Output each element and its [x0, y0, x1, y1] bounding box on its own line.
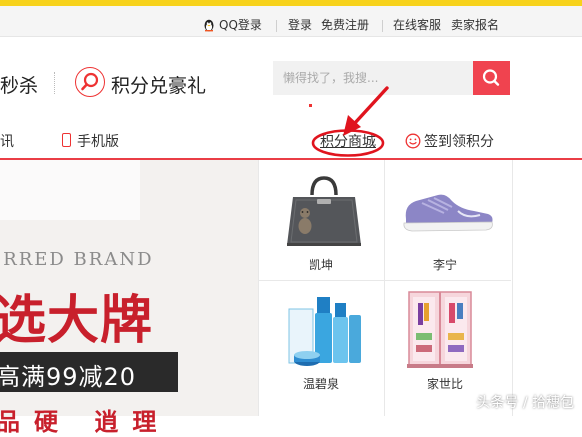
top-bar-divider [382, 20, 383, 32]
online-service-link[interactable]: 在线客服 [393, 18, 441, 32]
header-divider [54, 72, 55, 94]
sneaker-image [403, 194, 493, 232]
magnifier-icon [81, 72, 99, 91]
points-logo [75, 67, 105, 97]
top-bar-divider [276, 20, 277, 32]
banner-bottom-text: 品硬 逍理 [0, 407, 171, 436]
nav-item-news[interactable]: 讯 [0, 133, 14, 151]
flash-sale-link[interactable]: 秒杀 [0, 71, 38, 98]
skincare-set-image [288, 297, 361, 366]
watermark: 头条号 / 拾穗包 [476, 395, 574, 411]
register-link[interactable]: 免费注册 [321, 18, 369, 32]
top-bar: QQ登录 登录 免费注册 在线客服 卖家报名 [0, 6, 582, 37]
decorative-dot [309, 104, 312, 107]
qq-penguin-icon [204, 19, 214, 32]
handbag-image [287, 176, 361, 246]
search-input[interactable] [273, 61, 473, 95]
product-name: 李宁 [433, 258, 458, 272]
product-name: 家世比 [427, 377, 464, 391]
nav-item-points-mall[interactable]: 积分商城 [320, 133, 376, 151]
search-button[interactable] [473, 61, 510, 95]
mobile-phone-icon [62, 133, 71, 147]
banner-brand-text: ERRED BRAND [0, 249, 154, 270]
points-exchange-link[interactable]: 积分兑豪礼 [111, 71, 206, 98]
wardrobe-image [407, 291, 473, 368]
product-card[interactable]: 凯坤 [259, 161, 384, 280]
annotation-arrow [343, 86, 389, 136]
login-link[interactable]: 登录 [288, 18, 312, 32]
banner-title: 选大牌 [0, 290, 154, 351]
product-name: 温碧泉 [303, 377, 340, 391]
seller-signup-link[interactable]: 卖家报名 [451, 18, 499, 32]
banner-promo-text: 高满99减20 [0, 363, 137, 391]
search-box [273, 61, 473, 95]
product-name: 凯坤 [309, 258, 334, 272]
nav-item-sign-in[interactable]: 签到领积分 [424, 133, 494, 151]
product-card[interactable]: 李宁 [385, 161, 510, 280]
banner-highlight [0, 160, 140, 220]
product-card[interactable]: 温碧泉 [259, 281, 384, 416]
search-icon [482, 69, 500, 86]
nav-item-mobile[interactable]: 手机版 [77, 133, 119, 151]
qq-login-link[interactable]: QQ登录 [219, 18, 262, 32]
smile-icon [405, 133, 421, 149]
